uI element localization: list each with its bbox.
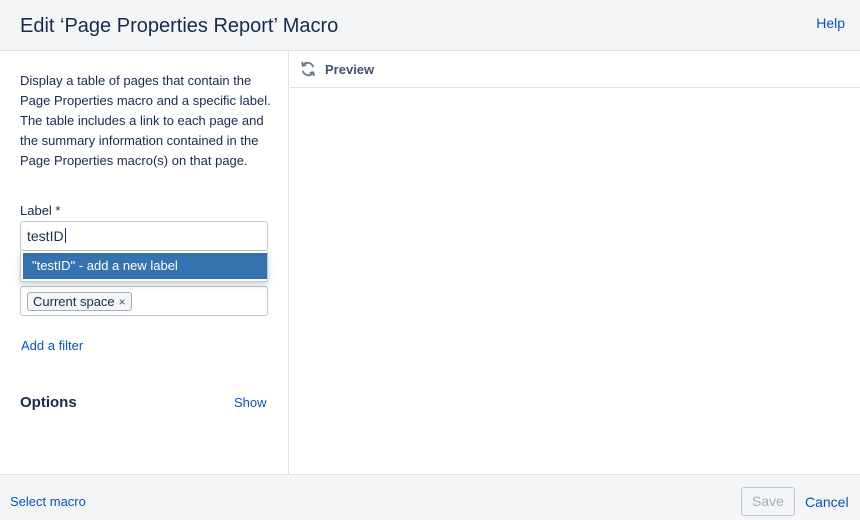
- dialog-title: Edit ‘Page Properties Report’ Macro: [20, 15, 339, 37]
- select-macro-link[interactable]: Select macro: [10, 494, 86, 509]
- add-filter-link[interactable]: Add a filter: [21, 338, 83, 353]
- preview-label: Preview: [325, 62, 375, 77]
- preview-panel: Preview: [290, 51, 860, 474]
- space-input[interactable]: Current space ×: [20, 286, 268, 316]
- close-icon[interactable]: ×: [119, 294, 126, 311]
- help-link[interactable]: Help: [816, 15, 845, 31]
- label-input-value: testID: [27, 228, 64, 244]
- dialog-header: Edit ‘Page Properties Report’ Macro Help: [0, 0, 860, 51]
- label-suggestion-dropdown: "testID" - add a new label: [20, 251, 268, 282]
- macro-description: Display a table of pages that contain th…: [20, 73, 271, 168]
- options-show-link[interactable]: Show: [234, 395, 267, 410]
- dialog-footer: Select macro Save Cancel: [0, 474, 860, 520]
- preview-header: Preview: [290, 51, 860, 88]
- space-token-current-space: Current space ×: [27, 292, 132, 311]
- cancel-link[interactable]: Cancel: [805, 494, 849, 510]
- refresh-icon[interactable]: [299, 60, 317, 78]
- label-input[interactable]: testID: [20, 221, 268, 251]
- suggestion-add-new-label[interactable]: "testID" - add a new label: [23, 253, 267, 279]
- macro-settings-panel: Display a table of pages that contain th…: [0, 51, 289, 474]
- save-button[interactable]: Save: [741, 487, 795, 516]
- options-heading: Options: [20, 394, 77, 411]
- space-token-label: Current space: [33, 294, 115, 309]
- text-caret: [64, 228, 66, 243]
- label-field-label: Label *: [20, 203, 61, 218]
